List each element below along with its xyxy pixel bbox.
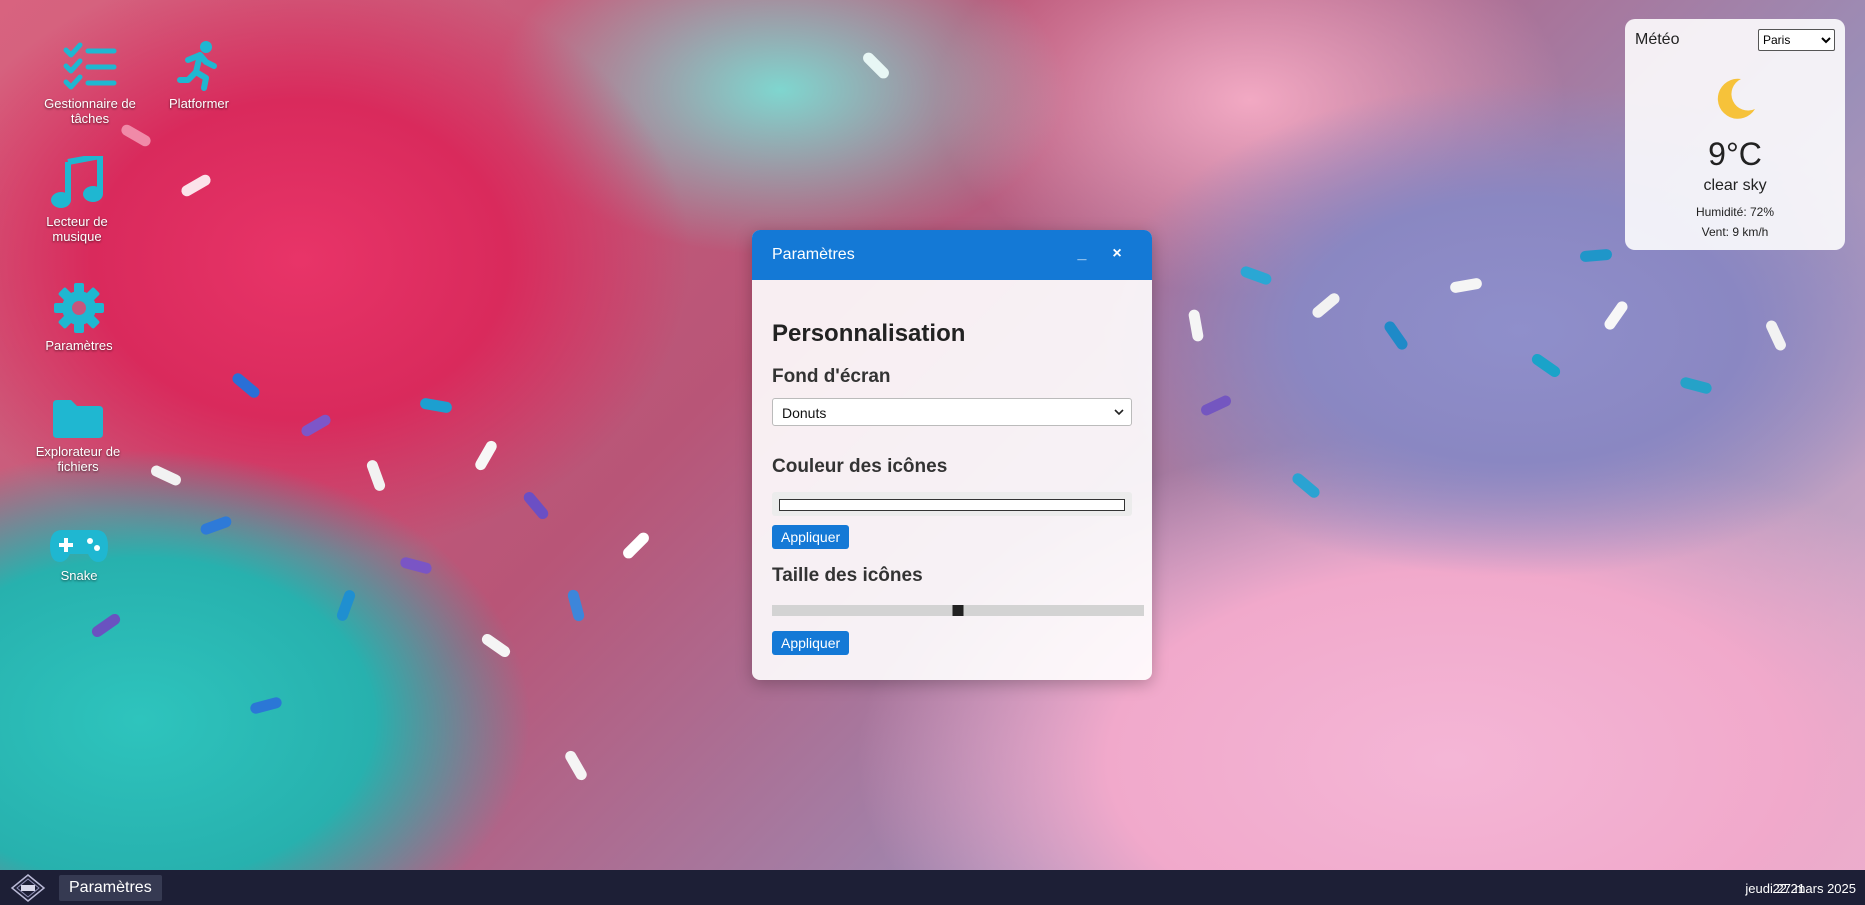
desktop-icon-music-player[interactable]: Lecteur de musique bbox=[22, 156, 132, 244]
running-person-icon bbox=[177, 41, 217, 91]
apply-size-button[interactable]: Appliquer bbox=[772, 631, 850, 655]
checklist-icon bbox=[63, 42, 117, 90]
gamepad-icon bbox=[50, 530, 108, 562]
desktop-icon-label: Lecteur de musique bbox=[46, 214, 108, 244]
weather-wind: Vent: 9 km/h bbox=[1701, 225, 1769, 239]
desktop-icon-label: Platformer bbox=[169, 96, 229, 111]
icon-size-label: Taille des icônes bbox=[772, 565, 923, 586]
logo-icon[interactable] bbox=[10, 874, 46, 902]
weather-temperature: 9°C bbox=[1708, 136, 1762, 172]
taskbar-date: jeudi 27 mars 2025 bbox=[1745, 881, 1856, 896]
desktop-icon-settings[interactable]: Paramètres bbox=[24, 282, 134, 353]
apply-color-button[interactable]: Appliquer bbox=[772, 525, 850, 549]
weather-description: clear sky bbox=[1703, 177, 1767, 194]
desktop-icon-label: Snake bbox=[60, 568, 98, 583]
slider-thumb[interactable] bbox=[952, 605, 964, 616]
gear-icon bbox=[54, 283, 104, 333]
weather-widget: Météo Paris 9°C clear sky Humidité: 72% … bbox=[1625, 19, 1845, 250]
icon-color-label: Couleur des icônes bbox=[772, 456, 948, 477]
desktop-icon-snake[interactable]: Snake bbox=[24, 528, 134, 583]
desktop-icon-label: Paramètres bbox=[45, 338, 113, 353]
settings-window: Paramètres _ × Personnalisation Fond d'é… bbox=[752, 230, 1152, 680]
icon-color-picker[interactable] bbox=[772, 492, 1132, 516]
wallpaper-label: Fond d'écran bbox=[772, 366, 891, 387]
window-content: Personnalisation Fond d'écran Donuts Cou… bbox=[752, 280, 1152, 675]
wallpaper-select-value: Donuts bbox=[782, 405, 827, 421]
wallpaper-select[interactable]: Donuts bbox=[772, 398, 1132, 426]
weather-title: Météo bbox=[1635, 31, 1680, 48]
weather-humidity: Humidité: 72% bbox=[1695, 205, 1775, 219]
city-select[interactable]: Paris bbox=[1758, 29, 1835, 51]
icon-size-slider[interactable] bbox=[772, 605, 1144, 616]
crescent-moon-icon bbox=[1717, 78, 1755, 119]
window-title: Paramètres bbox=[772, 246, 855, 263]
folder-icon bbox=[53, 400, 103, 438]
window-titlebar[interactable]: Paramètres _ × bbox=[752, 230, 1152, 280]
desktop-icon-task-manager[interactable]: Gestionnaire de tâches bbox=[35, 42, 145, 126]
desktop-icon-file-explorer[interactable]: Explorateur de fichiers bbox=[23, 398, 133, 474]
taskbar: Paramètres 22:21 jeudi 27 mars 2025 bbox=[0, 870, 1865, 905]
music-note-icon bbox=[51, 156, 103, 208]
minimize-button[interactable]: _ bbox=[1069, 240, 1095, 268]
chevron-down-icon bbox=[1114, 409, 1124, 416]
desktop-icon-label: Explorateur de fichiers bbox=[35, 444, 121, 474]
close-button[interactable]: × bbox=[1104, 240, 1130, 268]
desktop-icon-platformer[interactable]: Platformer bbox=[144, 40, 254, 111]
color-swatch bbox=[779, 499, 1125, 511]
desktop-icon-label: Gestionnaire de tâches bbox=[44, 96, 136, 126]
section-heading: Personnalisation bbox=[772, 320, 966, 347]
taskbar-app-settings[interactable]: Paramètres bbox=[59, 875, 162, 901]
